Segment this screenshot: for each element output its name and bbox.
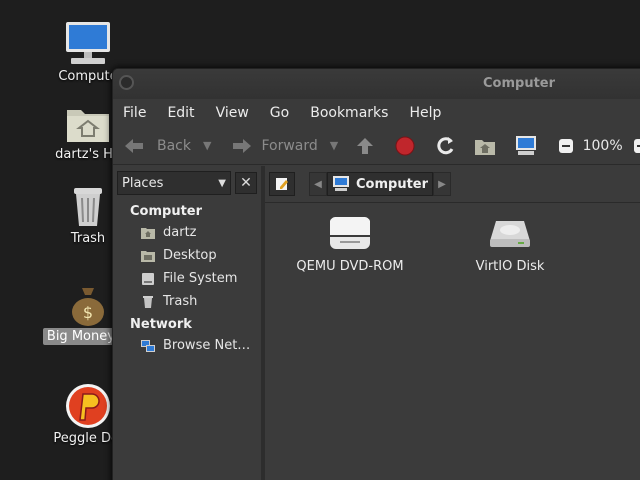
zoom-out-icon[interactable]: [556, 134, 576, 158]
desktop-icon-label: Trash: [70, 231, 106, 246]
forward-dropdown-icon[interactable]: ▼: [330, 139, 338, 152]
chevron-left-icon: ◀: [314, 178, 322, 190]
window-menu-button[interactable]: [119, 75, 134, 90]
menu-file[interactable]: File: [123, 105, 146, 121]
network-icon: [141, 339, 155, 353]
sidebar-item-dartz[interactable]: dartz: [113, 221, 261, 244]
home-folder-icon: [67, 110, 109, 142]
toggle-location-button[interactable]: [269, 172, 295, 196]
drive-icon: [141, 272, 155, 286]
main-view: ◀ Computer ▶ QEMU DVD-ROM VirtIO Disk: [265, 166, 640, 480]
menu-help[interactable]: Help: [409, 105, 441, 121]
trash-icon: [74, 188, 102, 226]
menu-edit[interactable]: Edit: [167, 105, 194, 121]
places-header: Places ▼ ✕: [113, 166, 261, 200]
menu-go[interactable]: Go: [270, 105, 289, 121]
up-icon[interactable]: [354, 134, 376, 158]
sidebar-item-label: dartz: [163, 225, 197, 240]
peggle-icon: [66, 384, 110, 428]
toolbar: Back ▼ Forward ▼ 100%: [113, 127, 640, 165]
money-bag-icon: $: [72, 288, 104, 326]
menu-bookmarks[interactable]: Bookmarks: [310, 105, 388, 121]
back-label: Back: [157, 137, 191, 154]
home-folder-icon: [141, 226, 155, 240]
sidebar-item-desktop[interactable]: Desktop: [113, 244, 261, 267]
path-computer-button[interactable]: Computer: [327, 172, 434, 196]
sidebar-section-computer: Computer: [130, 204, 203, 219]
optical-drive-icon: [330, 217, 370, 249]
chevron-down-icon: ▼: [218, 177, 226, 189]
computer-icon: [66, 22, 110, 64]
path-computer-label: Computer: [356, 176, 429, 192]
sidebar-item-trash[interactable]: Trash: [113, 290, 261, 313]
titlebar[interactable]: Computer: [113, 69, 640, 99]
zoom-in-icon[interactable]: [631, 134, 640, 158]
menu-view[interactable]: View: [216, 105, 249, 121]
sidebar-item-file-system[interactable]: File System: [113, 267, 261, 290]
zoom-level: 100%: [582, 137, 623, 154]
sidebar-item-label: Trash: [163, 294, 198, 309]
drive-label: QEMU DVD-ROM: [296, 259, 404, 274]
close-icon: ✕: [240, 175, 252, 191]
edit-icon: [276, 178, 288, 190]
sidebar-section-network: Network: [130, 317, 192, 332]
home-icon[interactable]: [474, 134, 496, 158]
chevron-right-icon: ▶: [438, 178, 446, 190]
back-button[interactable]: Back ▼: [123, 136, 211, 156]
hard-disk-icon: [490, 221, 530, 247]
path-scroll-left-button[interactable]: ◀: [309, 172, 327, 196]
desktop-folder-icon: [141, 249, 155, 263]
computer-icon[interactable]: [514, 134, 538, 158]
back-dropdown-icon[interactable]: ▼: [203, 139, 211, 152]
stop-icon[interactable]: [394, 134, 416, 158]
file-manager-window: Computer File Edit View Go Bookmarks Hel…: [112, 68, 640, 480]
menubar: File Edit View Go Bookmarks Help: [113, 99, 640, 127]
svg-text:$: $: [83, 303, 93, 322]
forward-label: Forward: [261, 137, 318, 154]
drive-label: VirtIO Disk: [475, 259, 545, 274]
file-view: QEMU DVD-ROM VirtIO Disk: [265, 202, 640, 480]
path-bar: ◀ Computer ▶: [265, 166, 640, 202]
window-title: Computer: [483, 76, 556, 91]
sidebar-item-browse-network[interactable]: Browse Net…: [113, 334, 261, 357]
trash-icon: [141, 295, 155, 309]
window-panes: Places ▼ ✕ Computer dartz Desktop File S…: [113, 166, 640, 480]
sidebar: Places ▼ ✕ Computer dartz Desktop File S…: [113, 166, 265, 480]
computer-icon: [333, 176, 349, 191]
forward-arrow-icon: [233, 138, 252, 153]
places-selector[interactable]: Places ▼: [117, 171, 231, 195]
drive-virtio-disk[interactable]: VirtIO Disk: [435, 217, 585, 274]
places-selector-label: Places: [122, 175, 164, 191]
forward-button[interactable]: Forward ▼: [227, 136, 338, 156]
back-arrow-icon: [125, 138, 143, 153]
sidebar-item-label: Browse Net…: [163, 338, 251, 353]
drive-dvd-rom[interactable]: QEMU DVD-ROM: [275, 217, 425, 274]
close-sidebar-button[interactable]: ✕: [235, 172, 257, 194]
sidebar-item-label: File System: [163, 271, 238, 286]
reload-icon[interactable]: [434, 134, 456, 158]
path-scroll-right-button[interactable]: ▶: [433, 172, 452, 196]
sidebar-item-label: Desktop: [163, 248, 217, 263]
